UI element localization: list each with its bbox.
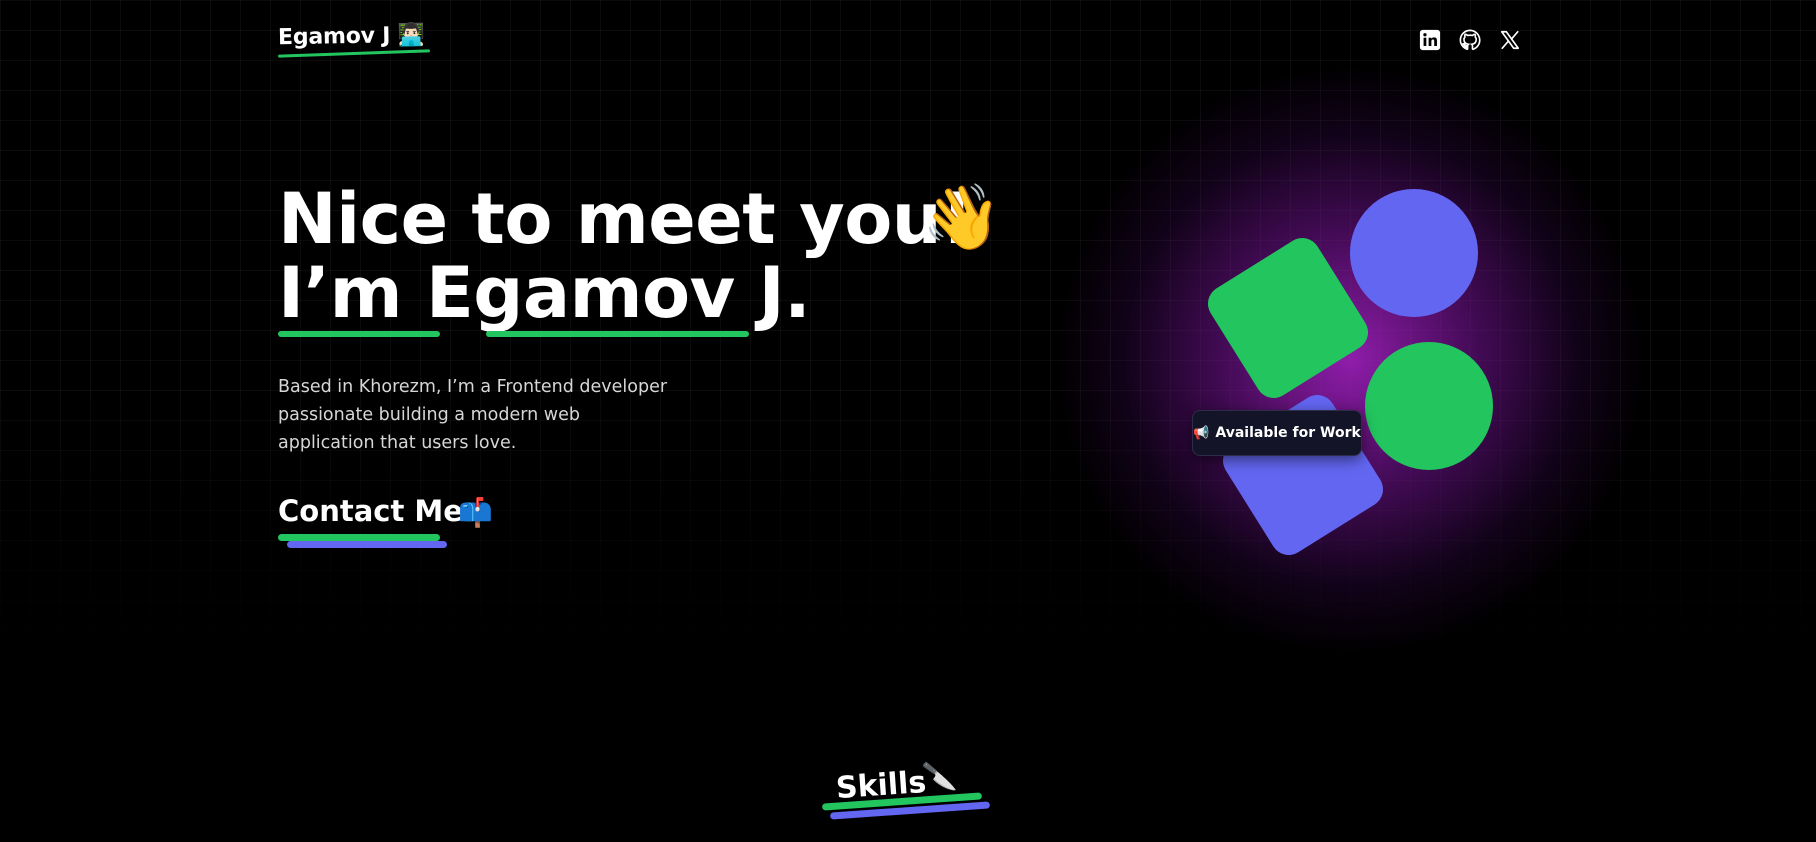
waving-hand-icon: 👋 bbox=[922, 181, 1002, 255]
purple-glow bbox=[1060, 70, 1640, 650]
indigo-circle-shape bbox=[1350, 189, 1478, 317]
hero-title-line-2: I’m Egamov J. bbox=[278, 252, 811, 334]
site-header: Egamov J 👨🏻‍💻 bbox=[0, 0, 1816, 80]
x-icon[interactable] bbox=[1498, 28, 1522, 52]
contact-underline-indigo bbox=[287, 541, 447, 548]
logo-link[interactable]: Egamov J 👨🏻‍💻 bbox=[278, 23, 425, 51]
hero-title: Nice to meet you! I’m Egamov J. bbox=[278, 182, 973, 330]
green-circle-shape bbox=[1365, 342, 1493, 470]
title-underline-name bbox=[486, 331, 749, 337]
mailbox-icon: 📫 bbox=[458, 496, 493, 529]
github-icon[interactable] bbox=[1458, 28, 1482, 52]
title-underline-im bbox=[278, 331, 440, 337]
hero-title-line-1: Nice to meet you! bbox=[278, 178, 973, 260]
linkedin-icon[interactable] bbox=[1418, 28, 1442, 52]
badge-label: Available for Work bbox=[1215, 425, 1361, 441]
megaphone-icon: 📢 bbox=[1193, 425, 1210, 441]
contact-underline-green bbox=[278, 534, 440, 541]
skills-heading: Skills 🔪 bbox=[821, 758, 1002, 830]
contact-me-link[interactable]: Contact Me bbox=[278, 494, 463, 528]
skills-title: Skills bbox=[834, 764, 928, 807]
logo-underline bbox=[277, 49, 431, 58]
available-for-work-badge: 📢 Available for Work bbox=[1192, 410, 1362, 456]
hero-description: Based in Khorezm, I’m a Frontend develop… bbox=[278, 377, 668, 453]
knife-icon: 🔪 bbox=[920, 758, 958, 795]
